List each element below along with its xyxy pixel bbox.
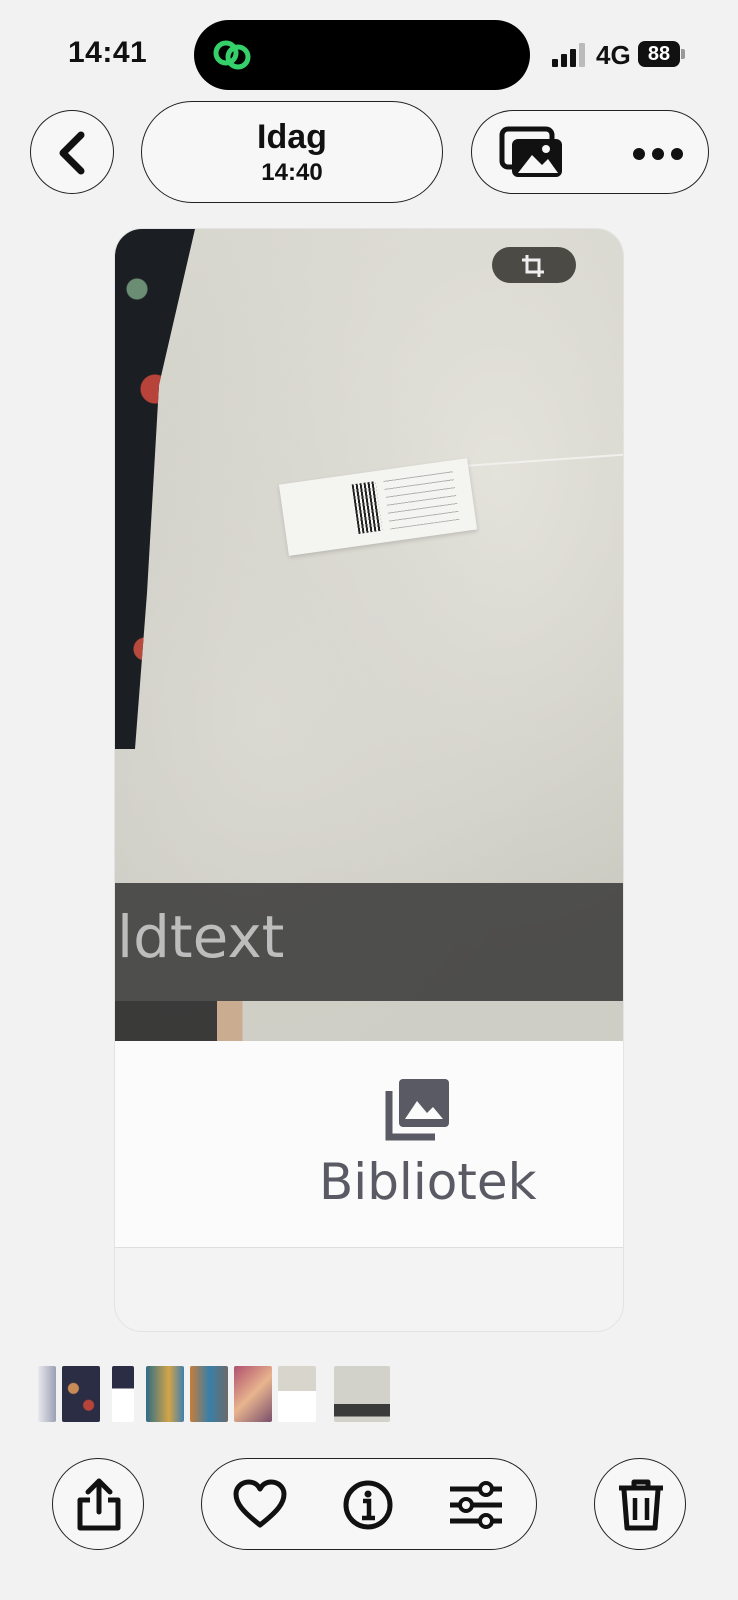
- share-icon: [77, 1478, 121, 1531]
- thumbnail[interactable]: [146, 1366, 184, 1422]
- heart-icon[interactable]: [232, 1479, 288, 1531]
- price-tag: [278, 458, 478, 556]
- signal-icon: [552, 43, 588, 67]
- screenshot-text-band: ldtext: [115, 883, 623, 1001]
- thumbnail[interactable]: [278, 1366, 316, 1422]
- date-title-pill[interactable]: Idag 14:40: [141, 101, 443, 203]
- crop-button[interactable]: [492, 247, 576, 283]
- status-time: 14:41: [68, 36, 148, 69]
- photo-stack-icon[interactable]: [498, 125, 566, 181]
- network-type: 4G: [596, 40, 631, 70]
- thumbnail-selected[interactable]: [334, 1366, 390, 1422]
- thumbnail[interactable]: [38, 1366, 56, 1422]
- status-bar: 14:41 4G 88: [0, 0, 738, 100]
- thumbnail[interactable]: [62, 1366, 100, 1422]
- thumbnail[interactable]: [234, 1366, 272, 1422]
- dynamic-island: [194, 20, 530, 90]
- floral-fabric: [115, 229, 195, 749]
- share-button[interactable]: [52, 1458, 144, 1550]
- sliders-icon[interactable]: [448, 1479, 504, 1531]
- crop-icon: [522, 255, 544, 277]
- thumbnail[interactable]: [112, 1366, 134, 1422]
- battery-level: 88: [638, 41, 680, 67]
- photo-library-icon: [385, 1079, 449, 1141]
- info-icon[interactable]: [342, 1479, 394, 1531]
- header-actions: [471, 110, 709, 194]
- library-section: Bibliotek: [115, 1041, 623, 1248]
- battery-cap: [681, 49, 685, 59]
- trash-icon: [619, 1479, 663, 1531]
- back-button[interactable]: [30, 110, 114, 194]
- library-label: Bibliotek: [319, 1153, 537, 1211]
- photo-bottom-strip: [115, 1001, 623, 1041]
- page-subtitle: 14:40: [261, 159, 323, 186]
- link-app-icon: [213, 40, 251, 70]
- chevron-left-icon: [59, 131, 85, 175]
- thumbnail[interactable]: [190, 1366, 228, 1422]
- photo-card[interactable]: ldtext Bibliotek: [114, 228, 624, 1332]
- page-title: Idag: [257, 118, 327, 156]
- thumbnail-strip[interactable]: [38, 1366, 418, 1422]
- photo-tools: [201, 1458, 537, 1550]
- ellipsis-icon[interactable]: [632, 147, 684, 161]
- overlay-text: ldtext: [117, 903, 285, 971]
- photo-image: ldtext: [115, 229, 623, 1041]
- delete-button[interactable]: [594, 1458, 686, 1550]
